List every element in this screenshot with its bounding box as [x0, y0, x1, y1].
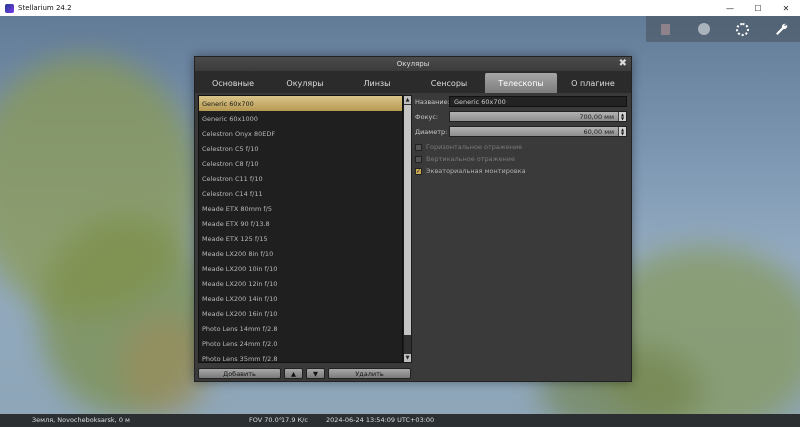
top-right-toolbar: [646, 16, 800, 42]
spin-down-icon[interactable]: ▼: [621, 131, 624, 136]
list-item[interactable]: Meade ETX 125 f/15: [199, 231, 402, 246]
dialog-titlebar[interactable]: Окуляры ✖: [195, 57, 631, 71]
list-item[interactable]: Celestron C5 f/10: [199, 141, 402, 156]
list-item[interactable]: Generic 60x700: [199, 96, 402, 111]
list-item[interactable]: Celestron Onyx 80EDF: [199, 126, 402, 141]
dialog-tabs: Основные Окуляры Линзы Сенсоры Телескопы…: [195, 71, 631, 93]
list-item[interactable]: Celestron C14 f/11: [199, 186, 402, 201]
oculars-dialog: Окуляры ✖ Основные Окуляры Линзы Сенсоры…: [194, 56, 632, 382]
list-item[interactable]: Meade ETX 80mm f/5: [199, 201, 402, 216]
list-item[interactable]: Meade LX200 16in f/10: [199, 306, 402, 321]
tab-sensors[interactable]: Сенсоры: [413, 73, 485, 93]
dialog-close-icon[interactable]: ✖: [619, 58, 627, 69]
tab-lenses[interactable]: Линзы: [341, 73, 413, 93]
name-label: Название:: [415, 98, 450, 106]
equatorial-mount-checkbox[interactable]: ✓ Экваториальная монтировка: [415, 167, 526, 175]
minimize-button[interactable]: —: [716, 0, 744, 16]
window-controls: — ☐ ✕: [716, 0, 800, 16]
list-item[interactable]: Photo Lens 24mm f/2.0: [199, 336, 402, 351]
stellarium-app-icon: [5, 3, 14, 13]
list-item[interactable]: Generic 60x1000: [199, 111, 402, 126]
dialog-title: Окуляры: [396, 60, 430, 68]
checkbox-label: Вертикальное отражение: [426, 155, 515, 163]
blank-disc-icon[interactable]: [696, 21, 712, 37]
location-text: Земля, Novocheboksarsk, 0 м: [32, 416, 130, 424]
delete-button[interactable]: Удалить: [328, 368, 411, 379]
tab-eyepieces[interactable]: Окуляры: [269, 73, 341, 93]
list-item[interactable]: Meade LX200 14in f/10: [199, 291, 402, 306]
tab-about[interactable]: О плагине: [557, 73, 629, 93]
checkbox-box[interactable]: [415, 143, 422, 151]
move-down-button[interactable]: ▼: [306, 368, 325, 379]
scroll-up-icon[interactable]: ▲: [404, 96, 411, 104]
tab-general[interactable]: Основные: [197, 73, 269, 93]
tab-telescopes[interactable]: Телескопы: [485, 73, 557, 93]
fov-text: FOV 70.0°: [249, 416, 282, 424]
focus-stepper-icon[interactable]: ▲ ▼: [618, 112, 626, 121]
checkbox-box[interactable]: [415, 155, 422, 163]
telescope-list[interactable]: Generic 60x700 Generic 60x1000 Celestron…: [198, 95, 403, 363]
wrench-icon[interactable]: [773, 21, 789, 37]
diameter-spinbox[interactable]: 60,00 мм ▲ ▼: [449, 126, 627, 137]
list-item[interactable]: Meade LX200 10in f/10: [199, 261, 402, 276]
window-title: Stellarium 24.2: [18, 4, 72, 12]
list-item[interactable]: Meade LX200 8in f/10: [199, 246, 402, 261]
status-bar: Земля, Novocheboksarsk, 0 м FOV 70.0° 17…: [0, 414, 800, 427]
fps-text: 17.9 К/с: [281, 416, 308, 424]
list-item[interactable]: Meade ETX 90 f/13.8: [199, 216, 402, 231]
diameter-stepper-icon[interactable]: ▲ ▼: [618, 127, 626, 136]
diameter-label: Диаметр:: [415, 128, 448, 136]
list-item[interactable]: Celestron C11 f/10: [199, 171, 402, 186]
checkbox-label: Горизонтальное отражение: [426, 143, 523, 151]
window-titlebar: Stellarium 24.2 — ☐ ✕: [0, 0, 800, 16]
horizontal-flip-checkbox[interactable]: Горизонтальное отражение: [415, 143, 522, 151]
list-item[interactable]: Photo Lens 14mm f/2.8: [199, 321, 402, 336]
list-item[interactable]: Celestron C8 f/10: [199, 156, 402, 171]
trash-icon[interactable]: [657, 21, 673, 37]
scroll-down-icon[interactable]: ▼: [404, 354, 411, 362]
name-field[interactable]: Generic 60x700: [449, 96, 627, 107]
list-item[interactable]: Photo Lens 35mm f/2.8: [199, 351, 402, 363]
vertical-flip-checkbox[interactable]: Вертикальное отражение: [415, 155, 515, 163]
scroll-thumb[interactable]: [404, 105, 411, 335]
focus-value: 700,00 мм: [579, 112, 614, 121]
diameter-value: 60,00 мм: [583, 127, 614, 136]
maximize-button[interactable]: ☐: [744, 0, 772, 16]
check-icon[interactable]: ✓: [415, 167, 422, 175]
spin-down-icon[interactable]: ▼: [621, 116, 624, 121]
datetime-text: 2024-06-24 13:54:09 UTC+03:00: [326, 416, 435, 424]
add-button[interactable]: Добавить: [198, 368, 281, 379]
list-item[interactable]: Meade LX200 12in f/10: [199, 276, 402, 291]
list-scrollbar[interactable]: ▲ ▼: [403, 95, 412, 363]
focus-label: Фокус:: [415, 113, 439, 121]
focus-spinbox[interactable]: 700,00 мм ▲ ▼: [449, 111, 627, 122]
move-up-button[interactable]: ▲: [284, 368, 303, 379]
close-window-button[interactable]: ✕: [772, 0, 800, 16]
checkbox-label: Экваториальная монтировка: [426, 167, 526, 175]
dotted-circle-icon[interactable]: [734, 21, 750, 37]
